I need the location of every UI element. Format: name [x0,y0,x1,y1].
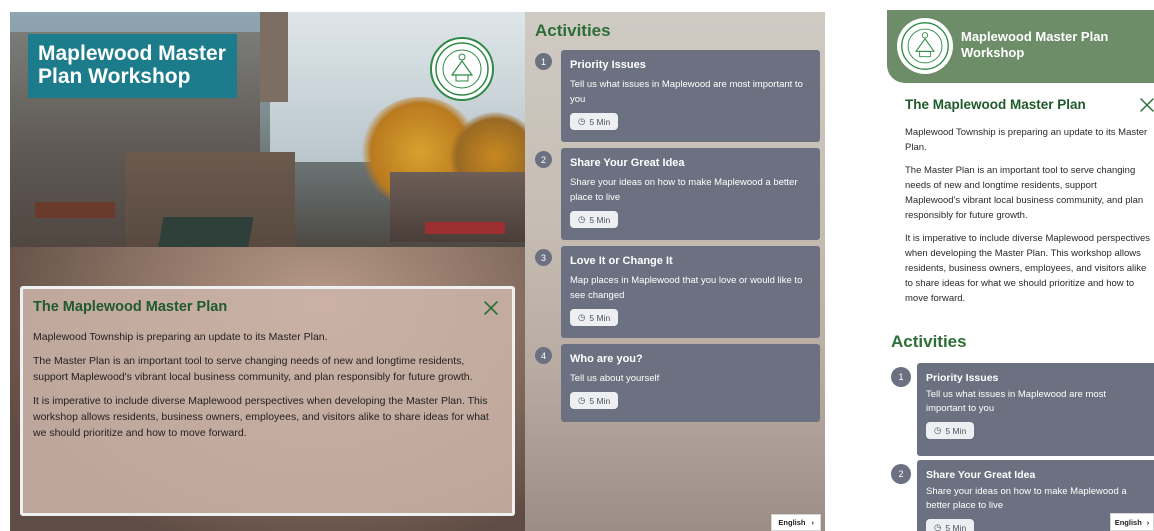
clock-icon: ◷ [578,214,586,224]
info-paragraph: It is imperative to include diverse Mapl… [905,233,1151,304]
duration-badge: ◷ 5 Min [926,519,975,531]
activity-title: Love It or Change It [570,255,673,267]
activity-card[interactable]: Priority Issues Tell us what issues in M… [561,50,820,142]
activity-item[interactable]: 4 Who are you? Tell us about yourself ◷ 5… [535,344,820,422]
mobile-section-title: The Maplewood Master Plan [905,97,1086,112]
language-label: English [1114,517,1142,527]
activity-number: 3 [535,249,552,266]
info-paragraph: The Master Plan is an important tool to … [33,355,473,383]
activity-number: 1 [891,367,911,387]
chevron-right-icon: › [811,518,815,527]
clock-icon: ◷ [934,522,942,531]
mobile-info-body: Maplewood Township is preparing an updat… [905,125,1153,314]
clock-icon: ◷ [934,425,942,435]
activity-description: Tell us what issues in Maplewood are mos… [570,79,803,105]
duration-badge: ◷ 5 Min [570,113,619,130]
activity-description: Tell us about yourself [570,373,660,384]
activity-number: 2 [891,464,911,484]
activity-number: 4 [535,347,552,364]
township-seal-icon [430,37,494,101]
duration-badge: ◷ 5 Min [570,309,619,326]
close-icon[interactable] [1139,97,1154,113]
screenshot-root: Maplewood Master Plan Workshop The Maple… [0,0,1154,531]
language-label: English [778,518,806,527]
clock-icon: ◷ [578,116,586,126]
activities-list: 1 Priority Issues Tell us what issues in… [891,363,1154,531]
activity-title: Priority Issues [570,59,646,71]
info-panel-title: The Maplewood Master Plan [33,299,228,315]
activity-card[interactable]: Who are you? Tell us about yourself ◷ 5 M… [561,344,820,422]
activity-card[interactable]: Priority Issues Tell us what issues in M… [917,363,1154,456]
activity-description: Tell us what issues in Maplewood are mos… [926,389,1107,414]
duration-badge: ◷ 5 Min [570,392,619,409]
mobile-view: Maplewood Master Plan Workshop The Maple… [887,10,1154,531]
language-selector-button[interactable]: English › [771,514,821,531]
activity-item[interactable]: 1 Priority Issues Tell us what issues in… [891,363,1154,456]
mobile-header-title: Maplewood Master Plan Workshop [961,29,1109,60]
duration-badge: ◷ 5 Min [570,211,619,228]
info-paragraph: Maplewood Township is preparing an updat… [905,127,1148,153]
activity-description: Share your ideas on how to make Maplewoo… [926,486,1127,511]
chevron-right-icon: › [1146,517,1150,527]
activity-item[interactable]: 1 Priority Issues Tell us what issues in… [535,50,820,142]
close-icon[interactable] [482,299,500,317]
language-selector-button[interactable]: English › [1110,513,1154,531]
activity-card[interactable]: Love It or Change It Map places in Maple… [561,246,820,338]
activity-title: Who are you? [570,353,643,365]
info-paragraph: It is imperative to include diverse Mapl… [33,395,489,439]
activity-number: 1 [535,53,552,70]
info-paragraph: Maplewood Township is preparing an updat… [33,331,328,343]
clock-icon: ◷ [578,395,586,405]
duration-badge: ◷ 5 Min [926,422,975,439]
activity-title: Priority Issues [926,372,999,384]
hero-title: Maplewood Master Plan Workshop [28,34,237,98]
activity-title: Share Your Great Idea [570,157,685,169]
activity-description: Share your ideas on how to make Maplewoo… [570,177,798,203]
master-plan-info-panel: The Maplewood Master Plan Maplewood Town… [20,286,515,516]
activities-list: 1 Priority Issues Tell us what issues in… [535,50,820,428]
mobile-header: Maplewood Master Plan Workshop [887,10,1154,83]
activity-title: Share Your Great Idea [926,469,1036,481]
activities-heading: Activities [535,21,611,40]
desktop-view: Maplewood Master Plan Workshop The Maple… [10,12,825,531]
activity-number: 2 [535,151,552,168]
activities-heading: Activities [891,332,967,351]
clock-icon: ◷ [578,312,586,322]
info-paragraph: The Master Plan is an important tool to … [905,165,1144,221]
township-seal-icon [897,18,953,74]
activity-item[interactable]: 3 Love It or Change It Map places in Map… [535,246,820,338]
activity-item[interactable]: 2 Share Your Great Idea Share your ideas… [535,148,820,240]
activity-card[interactable]: Share Your Great Idea Share your ideas o… [561,148,820,240]
activity-description: Map places in Maplewood that you love or… [570,275,803,301]
